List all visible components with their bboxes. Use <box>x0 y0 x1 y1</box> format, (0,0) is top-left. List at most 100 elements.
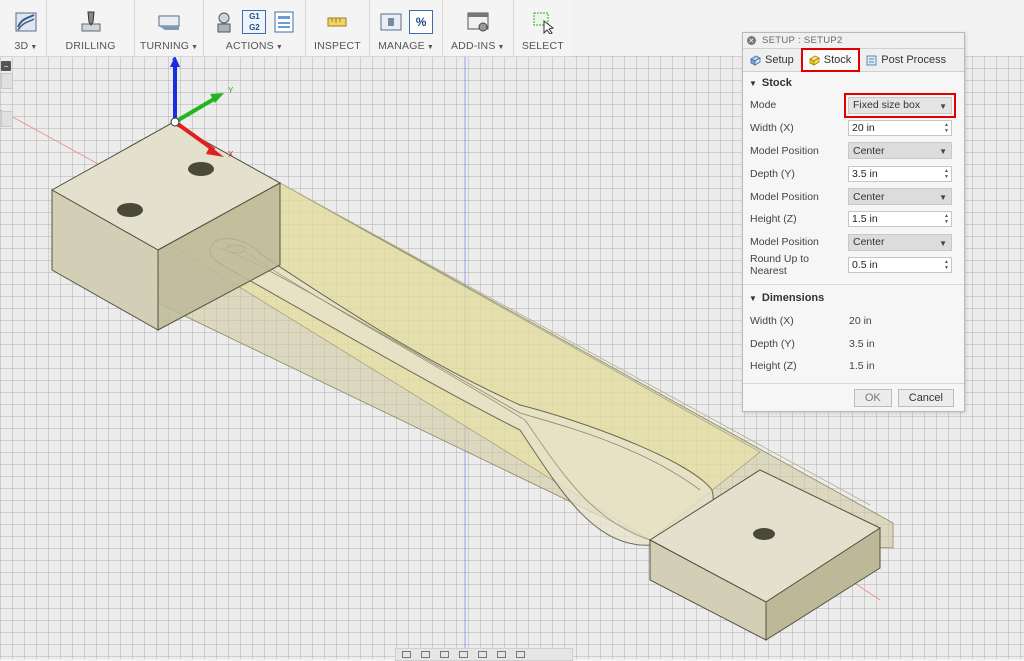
collapse-triangle-icon: ▼ <box>749 78 757 88</box>
post-g2-text: G2 <box>249 23 260 32</box>
bolt-hole <box>753 528 775 540</box>
width-input[interactable] <box>849 121 940 136</box>
setup-dialog: ✕ SETUP : SETUP2 Setup Stock Post Proces… <box>742 32 965 412</box>
depth-label: Depth (Y) <box>750 167 795 180</box>
model-position-z-dropdown[interactable]: Center ▼ <box>848 233 952 251</box>
chevron-down-icon: ▼ <box>939 147 947 157</box>
ok-button[interactable]: OK <box>853 388 892 407</box>
height-field[interactable]: ▲▼ <box>848 211 952 228</box>
model-position-value: Center <box>853 190 885 203</box>
spinner-icon[interactable]: ▲ ▼ <box>943 121 950 135</box>
dim-width-value: 20 in <box>849 314 872 327</box>
toolbar-group-select[interactable]: SELECT <box>514 0 572 56</box>
depth-row: Depth (Y) ▲▼ <box>743 162 964 185</box>
model-position-label: Model Position <box>750 144 819 157</box>
toolbar-label: 3D <box>14 40 29 52</box>
dialog-title-bar[interactable]: ✕ SETUP : SETUP2 <box>743 33 964 49</box>
dim-depth-label: Depth (Y) <box>750 337 795 350</box>
tab-label: Stock <box>823 54 852 66</box>
toolbar: 3D ▼ DRILLING TURNING ▼ G1 G2 ACTIONS ▼ … <box>0 0 572 57</box>
3d-toolpath-icon <box>15 12 37 32</box>
percent-text: % <box>415 15 427 29</box>
model-position-label: Model Position <box>750 236 819 249</box>
tab-post-process[interactable]: Post Process <box>859 49 953 71</box>
height-input[interactable] <box>849 212 940 227</box>
spinner-icon[interactable]: ▲ ▼ <box>943 167 950 181</box>
x-reference-line <box>0 109 101 166</box>
dim-height-row: Height (Z) 1.5 in <box>743 355 964 378</box>
height-row: Height (Z) ▲▼ <box>743 208 964 231</box>
collapse-triangle-icon: ▼ <box>749 293 757 303</box>
look-at-icon[interactable] <box>421 651 430 658</box>
fit-icon[interactable] <box>478 651 487 658</box>
section-divider <box>743 284 964 286</box>
dim-depth-row: Depth (Y) 3.5 in <box>743 332 964 355</box>
model-position-y-dropdown[interactable]: Center ▼ <box>848 188 952 206</box>
model-position-z-row: Model Position Center ▼ <box>743 231 964 254</box>
orbit-icon[interactable] <box>402 651 411 658</box>
scripts-icon <box>467 12 489 32</box>
tab-setup[interactable]: Setup <box>743 49 802 71</box>
model-position-x-dropdown[interactable]: Center ▼ <box>848 142 952 160</box>
minus-icon[interactable]: − <box>1 61 11 71</box>
close-icon[interactable]: ✕ <box>747 36 756 45</box>
measure-icon <box>327 17 347 27</box>
spinner-icon[interactable]: ▲ ▼ <box>943 258 950 272</box>
drilling-icon <box>81 11 101 32</box>
setup-sheet-icon <box>274 11 294 33</box>
mode-dropdown[interactable]: Fixed size box ▼ <box>844 92 956 118</box>
browser-tab[interactable] <box>1 73 13 89</box>
chevron-down-icon: ▼ <box>939 193 947 203</box>
axis-y-label: Y <box>228 86 234 95</box>
cancel-button[interactable]: Cancel <box>897 388 954 407</box>
toolbar-group-turning[interactable]: TURNING ▼ <box>135 0 205 56</box>
mode-value: Fixed size box <box>853 99 921 112</box>
section-title: Dimensions <box>761 292 825 305</box>
toolbar-group-manage[interactable]: % MANAGE ▼ <box>370 0 443 56</box>
display-settings-icon[interactable] <box>497 651 506 658</box>
dim-depth-value: 3.5 in <box>849 337 875 350</box>
turning-icon <box>158 15 180 30</box>
round-up-input[interactable] <box>849 257 940 272</box>
chevron-down-icon: ▼ <box>939 101 947 111</box>
zoom-icon[interactable] <box>459 651 468 658</box>
round-up-field[interactable]: ▲▼ <box>848 256 952 273</box>
width-field[interactable]: ▲▼ <box>848 120 952 137</box>
post-g1-text: G1 <box>249 12 260 21</box>
tab-label: Post Process <box>881 54 947 66</box>
toolbar-group-add-ins[interactable]: ADD-INS ▼ <box>443 0 514 56</box>
grid-settings-icon[interactable] <box>516 651 525 658</box>
dim-width-row: Width (X) 20 in <box>743 309 964 332</box>
simulate-icon <box>217 12 231 33</box>
toolbar-label: MANAGE <box>378 40 425 52</box>
stock-section-header[interactable]: ▼ Stock <box>743 72 964 94</box>
toolbar-group-drilling[interactable]: DRILLING <box>47 0 136 56</box>
select-icon <box>533 12 554 34</box>
setup-tab-icon <box>750 55 761 66</box>
toolbar-label: DRILLING <box>65 40 116 52</box>
round-up-row: Round Up to Nearest ▲▼ <box>743 253 964 277</box>
chevron-down-icon: ▼ <box>939 238 947 248</box>
dim-width-label: Width (X) <box>750 314 794 327</box>
width-label: Width (X) <box>750 122 794 135</box>
browser-tab[interactable] <box>1 111 13 127</box>
spinner-icon[interactable]: ▲ ▼ <box>943 212 950 226</box>
toolbar-group-actions[interactable]: G1 G2 ACTIONS ▼ <box>204 0 306 56</box>
tool-library-icon <box>380 13 402 31</box>
post-process-icon: G1 G2 <box>242 10 267 34</box>
depth-field[interactable]: ▲▼ <box>848 165 952 182</box>
dialog-tabs: Setup Stock Post Process <box>743 48 964 72</box>
navigation-bar <box>395 648 573 661</box>
model-position-label: Model Position <box>750 190 819 203</box>
toolbar-label: SELECT <box>521 40 564 52</box>
stock-tab-icon <box>808 55 820 66</box>
toolbar-group-inspect[interactable]: INSPECT <box>306 0 371 56</box>
toolbar-group-3d[interactable]: 3D ▼ <box>0 0 47 56</box>
browser-panel-collapsed[interactable]: − <box>0 60 13 140</box>
dimensions-section-header[interactable]: ▼ Dimensions <box>743 287 964 309</box>
depth-input[interactable] <box>849 166 940 181</box>
pan-icon[interactable] <box>440 651 449 658</box>
tab-stock[interactable]: Stock <box>800 48 861 72</box>
toolbar-label: ADD-INS <box>450 40 496 52</box>
width-row: Width (X) ▲▼ <box>743 117 964 140</box>
